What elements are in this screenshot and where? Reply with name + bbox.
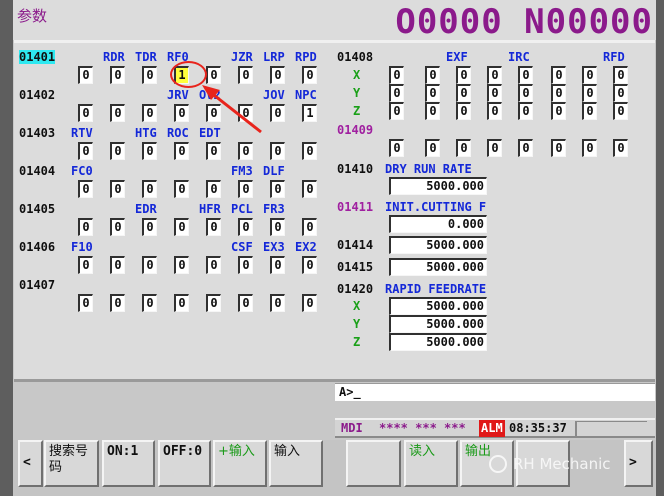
watermark: RH Mechanic [513, 455, 611, 473]
annotation-arrow-icon [202, 85, 262, 134]
wechat-icon [489, 455, 507, 473]
cnc-screen: 参数 O0000 N00000 A>_ MDI **** *** *** ALM… [13, 0, 656, 496]
